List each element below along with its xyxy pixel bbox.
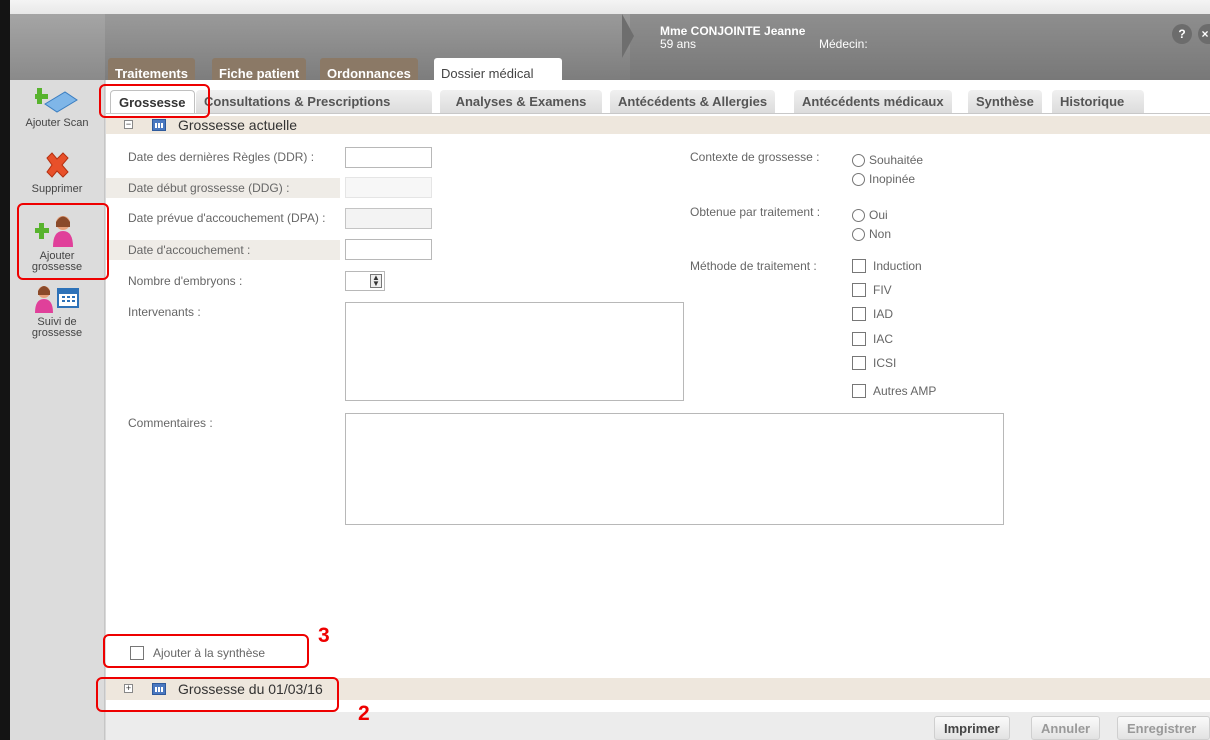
delivery-date-input[interactable] [345, 239, 432, 260]
delete-x-icon [46, 152, 69, 178]
current-pregnancy-title: Grossesse actuelle [178, 117, 298, 133]
print-button[interactable]: Imprimer [934, 716, 1010, 740]
radio-oui-label: Oui [869, 208, 888, 222]
radio-oui[interactable]: Oui [852, 208, 888, 222]
collapse-icon[interactable]: − [124, 120, 133, 129]
ddr-label: Date des dernières Règles (DDR) : [128, 150, 315, 164]
sub-tab-bar: Grossesse Consultations & Prescriptions … [106, 86, 1210, 114]
ddg-input[interactable] [345, 177, 432, 198]
checkbox[interactable] [852, 356, 866, 370]
pregnancy-followup-button[interactable]: Suivi de grossesse [13, 283, 101, 339]
radio-circle[interactable] [852, 153, 865, 167]
radio-souhaitee-label: Souhaitée [869, 153, 924, 167]
help-button[interactable]: ? [1172, 24, 1192, 44]
ddr-input[interactable] [345, 147, 432, 168]
doctor-label: Médecin: [819, 37, 868, 51]
tab-analyses[interactable]: Analyses & Examens [440, 90, 602, 113]
pregnancy-followup-label: Suivi de grossesse [31, 316, 83, 339]
check-iad-label: IAD [873, 307, 894, 321]
checkbox[interactable] [852, 283, 866, 297]
radio-circle[interactable] [852, 172, 865, 186]
radio-circle[interactable] [852, 208, 865, 222]
method-label: Méthode de traitement : [690, 259, 817, 273]
embryos-stepper[interactable]: ▲ ▼ [345, 271, 385, 291]
check-autres-amp-label: Autres AMP [873, 384, 937, 398]
patient-name: Mme CONJOINTE Jeanne [660, 24, 806, 38]
check-induction-label: Induction [873, 259, 922, 273]
window-top-strip [10, 0, 1210, 14]
annotation-number-2: 2 [358, 702, 370, 725]
check-fiv[interactable]: FIV [852, 283, 892, 297]
check-iac-label: IAC [873, 332, 894, 346]
stepper-arrows-icon[interactable]: ▲ ▼ [370, 274, 382, 288]
check-icsi[interactable]: ICSI [852, 356, 896, 370]
check-iac[interactable]: IAC [852, 332, 893, 346]
radio-souhaitee[interactable]: Souhaitée [852, 153, 923, 167]
annotation-box-add-to-synthesis [103, 634, 309, 668]
add-scan-button[interactable]: Ajouter Scan [13, 84, 101, 129]
check-iad[interactable]: IAD [852, 307, 893, 321]
cancel-button[interactable]: Annuler [1031, 716, 1101, 740]
embryos-label: Nombre d'embryons : [128, 274, 243, 288]
intervenants-textarea[interactable] [345, 302, 684, 401]
window-frame-left [0, 0, 10, 740]
header-left-block [10, 14, 105, 80]
save-button[interactable]: Enregistrer [1117, 716, 1210, 740]
annotation-box-previous-pregnancy [96, 677, 339, 712]
check-autres-amp[interactable]: Autres AMP [852, 384, 936, 398]
checkbox[interactable] [852, 332, 866, 346]
check-icsi-label: ICSI [873, 356, 897, 370]
comments-textarea[interactable] [345, 413, 1004, 525]
ddg-label: Date début grossesse (DDG) : [106, 178, 340, 198]
scan-icon [31, 88, 78, 113]
radio-non[interactable]: Non [852, 227, 891, 241]
current-pregnancy-header[interactable]: − Grossesse actuelle [106, 116, 1210, 134]
check-fiv-label: FIV [873, 283, 892, 297]
comments-label: Commentaires : [128, 416, 213, 430]
annotation-box-grossesse-tab [99, 84, 210, 118]
checkbox[interactable] [852, 307, 866, 321]
annotation-number-3: 3 [318, 624, 330, 647]
action-bar: Imprimer Annuler Enregistrer [106, 712, 1210, 740]
patient-panel-arrow [622, 14, 634, 58]
radio-inopinee[interactable]: Inopinée [852, 172, 915, 186]
radio-inopinee-label: Inopinée [869, 172, 916, 186]
context-label: Contexte de grossesse : [690, 150, 820, 164]
left-toolbar: Ajouter Scan Supprimer Ajouter grossesse… [10, 80, 108, 740]
radio-circle[interactable] [852, 227, 865, 241]
treatment-label: Obtenue par traitement : [690, 205, 821, 219]
pregnancy-followup-icon [35, 286, 79, 313]
tab-historique[interactable]: Historique [1052, 90, 1144, 113]
delete-button[interactable]: Supprimer [13, 150, 101, 195]
radio-non-label: Non [869, 227, 892, 241]
tab-consultations[interactable]: Consultations & Prescriptions [196, 90, 432, 113]
checkbox[interactable] [852, 259, 866, 273]
tab-antecedents-medicaux[interactable]: Antécédents médicaux [794, 90, 952, 113]
dpa-input[interactable] [345, 208, 432, 229]
annotation-box-add-pregnancy [17, 203, 109, 280]
tab-antecedents-allergies[interactable]: Antécédents & Allergies [610, 90, 776, 113]
app-header: Mme CONJOINTE Jeanne 59 ans Médecin: ? ×… [10, 14, 1210, 90]
patient-age: 59 ans [660, 37, 697, 51]
delete-label: Supprimer [31, 183, 83, 195]
intervenants-label: Intervenants : [128, 305, 201, 319]
check-induction[interactable]: Induction [852, 259, 922, 273]
add-scan-label: Ajouter Scan [25, 117, 89, 129]
dpa-label: Date prévue d'accouchement (DPA) : [128, 211, 326, 225]
delivery-date-label: Date d'accouchement : [106, 240, 340, 260]
calendar-icon [152, 119, 166, 131]
checkbox[interactable] [852, 384, 866, 398]
tab-synthese[interactable]: Synthèse [968, 90, 1042, 113]
